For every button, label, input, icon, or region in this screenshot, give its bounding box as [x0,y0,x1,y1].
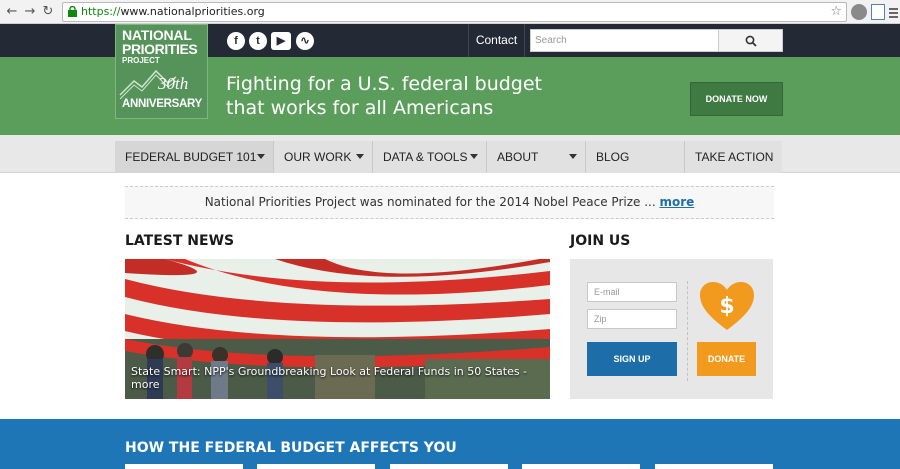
address-bar[interactable]: https://www.nationalpriorities.org ☆ [62,2,847,22]
chevron-down-icon [257,154,265,159]
email-field[interactable]: E-mail [587,282,677,302]
latest-news-heading: LATEST NEWS [125,233,235,249]
budget-affects-heading: HOW THE FEDERAL BUDGET AFFECTS YOU [125,440,457,456]
search-input[interactable]: Search [530,29,719,52]
nav-our-work[interactable]: OUR WORK [274,141,373,173]
announcement: National Priorities Project was nominate… [125,186,774,219]
join-us-panel: E-mail Zip SIGN UP $ DONATE [570,259,773,399]
search-icon [745,35,757,47]
facebook-icon[interactable]: f [227,32,245,50]
document-extension-icon[interactable] [871,4,885,20]
back-icon[interactable]: ← [4,4,20,20]
thumbnail[interactable] [390,464,508,469]
news-feature-image[interactable]: State Smart: NPP's Groundbreaking Look a… [125,259,550,399]
forward-icon[interactable]: → [22,4,38,20]
nav-blog[interactable]: BLOG [586,141,685,173]
nav-take-action[interactable]: TAKE ACTION [685,141,782,173]
donate-now-button[interactable]: DONATE NOW [690,82,783,116]
svg-text:$: $ [719,294,734,319]
thumbnail[interactable] [257,464,375,469]
chevron-down-icon [356,154,364,159]
heart-dollar-icon: $ [700,282,754,330]
join-us-heading: JOIN US [570,233,631,249]
lock-icon [68,6,77,17]
chevron-down-icon [470,154,478,159]
sign-up-button[interactable]: SIGN UP [587,342,677,376]
search-button[interactable] [719,29,783,52]
url-text: https://www.nationalpriorities.org [81,5,265,18]
browser-toolbar: ← → ↻ https://www.nationalpriorities.org… [0,0,900,24]
contact-link[interactable]: Contact [468,24,525,57]
nav-about[interactable]: ABOUT [487,141,586,173]
reload-icon[interactable]: ↻ [40,4,56,20]
youtube-icon[interactable]: ▶ [271,32,291,50]
twitter-icon[interactable]: t [249,32,267,50]
announcement-more-link[interactable]: more [659,195,694,209]
bookmark-star-icon[interactable]: ☆ [830,3,842,21]
thumbnail[interactable] [522,464,640,469]
thumbnail[interactable] [125,464,243,469]
tagline: Fighting for a U.S. federal budget that … [226,73,542,119]
main-nav: FEDERAL BUDGET 101 OUR WORK DATA & TOOLS… [115,141,782,173]
donate-button[interactable]: DONATE [697,342,756,376]
menu-icon[interactable] [889,8,898,10]
chevron-down-icon [569,154,577,159]
nav-federal-budget-101[interactable]: FEDERAL BUDGET 101 [115,141,274,173]
zip-field[interactable]: Zip [587,309,677,329]
news-caption: State Smart: NPP's Groundbreaking Look a… [131,365,528,391]
rss-icon[interactable]: ∿ [296,32,314,50]
news-more-link[interactable]: more [131,378,160,391]
divider [687,281,688,381]
nav-data-tools[interactable]: DATA & TOOLS [373,141,487,173]
thumbnail[interactable] [655,464,773,469]
extension-icon[interactable] [851,4,867,20]
site-logo[interactable]: NATIONAL PRIORITIES PROJECT 30th ANNIVER… [115,24,208,119]
